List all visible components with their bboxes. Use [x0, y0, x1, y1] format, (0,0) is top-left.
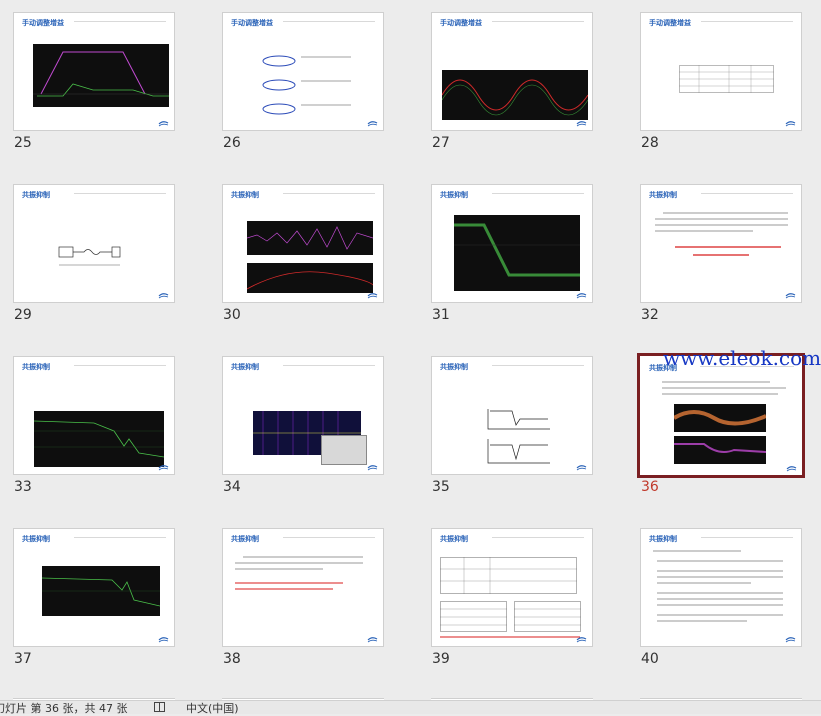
slide-thumbnail-28[interactable]: 手动调整增益 — [640, 12, 802, 131]
slide-number: 40 — [641, 651, 659, 667]
slide-thumbnail-29[interactable]: 共振抑制 — [13, 184, 175, 303]
slide-number: 28 — [641, 135, 659, 151]
slide-number: 29 — [14, 307, 32, 323]
company-logo-icon — [367, 637, 378, 643]
company-logo-icon — [367, 293, 378, 299]
slide-thumbnail-37[interactable]: 共振抑制 — [13, 528, 175, 647]
slide-title: 共振抑制 — [231, 535, 259, 543]
company-logo-icon — [158, 465, 169, 471]
slide-thumbnail-25[interactable]: 手动调整增益 — [13, 12, 175, 131]
slide-title: 共振抑制 — [22, 535, 50, 543]
slide-thumbnail-39[interactable]: 共振抑制 — [431, 528, 593, 647]
slide-title: 共振抑制 — [440, 363, 468, 371]
slide-title: 共振抑制 — [231, 191, 259, 199]
slide-thumbnail-31[interactable]: 共振抑制 — [431, 184, 593, 303]
waveform-image — [33, 44, 169, 107]
slide-title: 手动调整增益 — [22, 19, 64, 27]
slide-thumbnail-40[interactable]: 共振抑制 — [640, 528, 802, 647]
company-logo-icon — [158, 121, 169, 127]
notes-icon[interactable] — [154, 702, 165, 715]
slide-title: 共振抑制 — [22, 363, 50, 371]
company-logo-icon — [785, 293, 796, 299]
slide-title: 共振抑制 — [649, 191, 677, 199]
text-lines-image — [662, 381, 786, 395]
company-logo-icon — [576, 121, 587, 127]
filter-diagram-image — [487, 409, 550, 464]
slide-number: 33 — [14, 479, 32, 495]
company-logo-icon — [158, 293, 169, 299]
slide-number: 30 — [223, 307, 241, 323]
slide-number-selected: 36 — [641, 479, 659, 495]
slide-number: 26 — [223, 135, 241, 151]
slide-title: 手动调整增益 — [649, 19, 691, 27]
slide-number: 31 — [432, 307, 450, 323]
diagram-image — [262, 55, 351, 115]
text-lines-image — [653, 550, 783, 622]
dialog-image — [321, 435, 367, 465]
slide-count-label: 幻灯片 第 36 张，共 47 张 — [0, 702, 128, 715]
slide-number: 35 — [432, 479, 450, 495]
slide-title: 共振抑制 — [649, 535, 677, 543]
slide-thumbnail-38[interactable]: 共振抑制 — [222, 528, 384, 647]
company-logo-icon — [576, 637, 587, 643]
company-logo-icon — [367, 121, 378, 127]
slide-title: 共振抑制 — [440, 535, 468, 543]
slide-title: 共振抑制 — [22, 191, 50, 199]
slide-thumbnail-27[interactable]: 手动调整增益 — [431, 12, 593, 131]
company-logo-icon — [367, 465, 378, 471]
slide-thumbnail-36-selected[interactable]: 共振抑制 — [637, 353, 805, 478]
waveform-image — [441, 70, 589, 120]
language-indicator[interactable]: 中文(中国) — [186, 700, 239, 716]
slide-title: 共振抑制 — [231, 363, 259, 371]
parameter-tables-image — [440, 557, 581, 638]
slide-title: 手动调整增益 — [231, 19, 273, 27]
company-logo-icon — [785, 637, 796, 643]
status-bar: 幻灯片 第 36 张，共 47 张 中文(中国) — [0, 700, 821, 716]
slide-thumbnail-33[interactable]: 共振抑制 — [13, 356, 175, 475]
table-image — [679, 65, 774, 93]
slide-number: 37 — [14, 651, 32, 667]
company-logo-icon — [576, 293, 587, 299]
company-logo-icon — [158, 637, 169, 643]
slide-number: 39 — [432, 651, 450, 667]
slide-number: 32 — [641, 307, 659, 323]
spectrum-image — [674, 436, 767, 464]
slide-thumbnail-32[interactable]: 共振抑制 — [640, 184, 802, 303]
slide-number: 38 — [223, 651, 241, 667]
spectrum-image — [246, 221, 374, 255]
slide-thumbnail-26[interactable]: 手动调整增益 — [222, 12, 384, 131]
watermark-text: www.eleok.com — [663, 346, 821, 370]
company-logo-icon — [785, 121, 796, 127]
text-lines-image — [655, 212, 788, 256]
company-logo-icon — [576, 465, 587, 471]
mechanism-diagram-image — [58, 246, 121, 266]
slide-thumbnail-34[interactable]: 共振抑制 — [222, 356, 384, 475]
spectrum-image — [246, 263, 374, 293]
text-lines-image — [235, 556, 363, 590]
slide-title: 共振抑制 — [440, 191, 468, 199]
bode-plot-image — [33, 411, 165, 467]
slide-thumbnail-30[interactable]: 共振抑制 — [222, 184, 384, 303]
spectrum-image — [672, 404, 767, 432]
response-waveform-image — [454, 215, 580, 291]
company-logo-icon — [786, 466, 797, 472]
slide-number: 34 — [223, 479, 241, 495]
bode-plot-image — [41, 566, 161, 616]
slide-number: 25 — [14, 135, 32, 151]
slide-number: 27 — [432, 135, 450, 151]
slide-title: 手动调整增益 — [440, 19, 482, 27]
slide-thumbnail-35[interactable]: 共振抑制 — [431, 356, 593, 475]
